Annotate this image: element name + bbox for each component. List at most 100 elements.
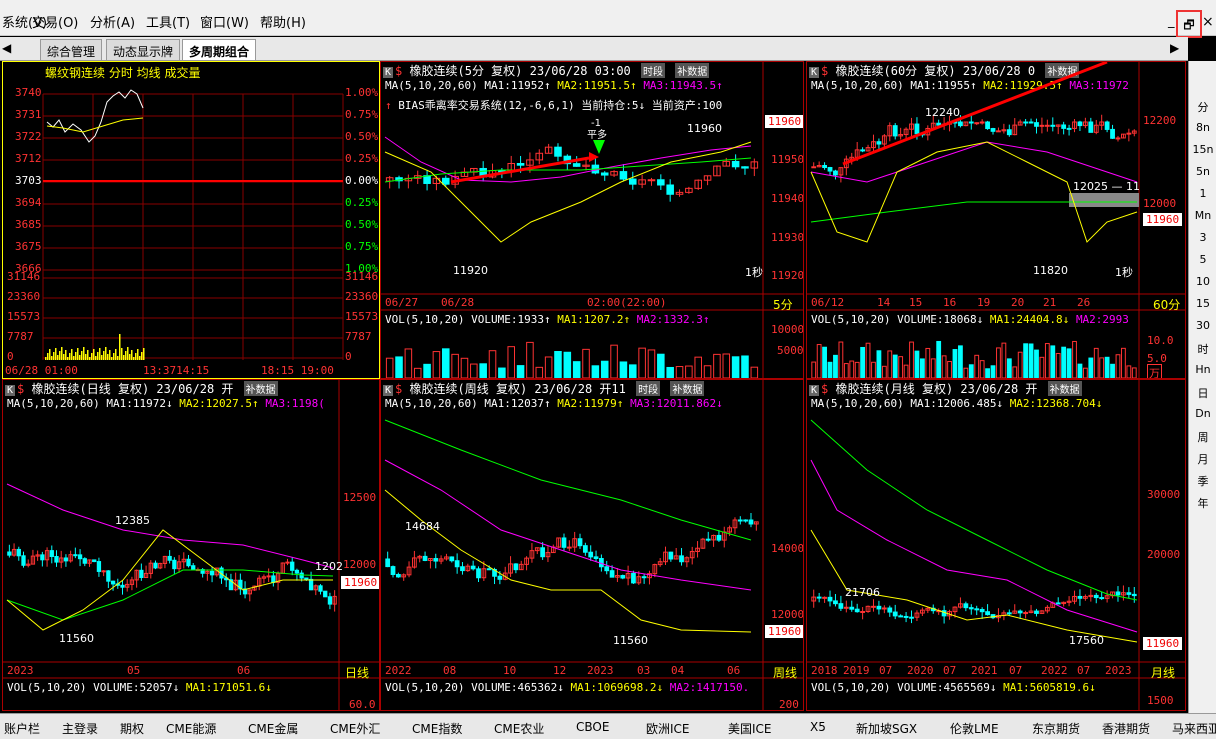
- menu-trade[interactable]: 交易(O): [32, 12, 78, 31]
- volume-bar: [1001, 342, 1007, 378]
- candle: [1006, 612, 1012, 615]
- period-button[interactable]: 年: [1189, 495, 1216, 511]
- period-button[interactable]: 8n: [1189, 121, 1216, 134]
- x-label: 06/27: [385, 296, 419, 309]
- volume-bar: [93, 349, 95, 360]
- period-button[interactable]: 时: [1189, 341, 1216, 357]
- menu-window[interactable]: 窗口(W): [200, 12, 249, 31]
- tab-dynamic-board[interactable]: 动态显示牌: [106, 39, 181, 60]
- volume-bar: [99, 348, 101, 360]
- candle: [631, 572, 636, 584]
- vol-line: VOL(5,10,20) VOLUME:4565569↓ MA1:5605819…: [811, 681, 1096, 694]
- volume-bar: [107, 354, 109, 360]
- period-button[interactable]: 日: [1189, 385, 1216, 401]
- market-tab[interactable]: 账户栏: [4, 720, 40, 737]
- tab-scroll-left-icon[interactable]: ◀: [2, 41, 11, 55]
- market-tab[interactable]: 美国ICE: [728, 720, 772, 737]
- period-button[interactable]: 5: [1189, 253, 1216, 266]
- market-tab[interactable]: X5: [810, 720, 826, 734]
- chart-monthly-panel[interactable]: K $ 橡胶连续(月线 复权) 23/06/28 开 补数据 MA(5,10,20…: [806, 379, 1186, 711]
- candle: [54, 555, 59, 563]
- period-button[interactable]: 月: [1189, 451, 1216, 467]
- tab-scroll-right-icon[interactable]: ▶: [1170, 41, 1179, 55]
- volume-bar: [129, 354, 131, 360]
- volume-bar: [117, 356, 119, 360]
- market-tab[interactable]: 马来西亚: [1172, 720, 1216, 737]
- y-tick: 12000: [771, 608, 804, 621]
- period-button[interactable]: 15n: [1189, 143, 1216, 156]
- menu-tools[interactable]: 工具(T): [146, 12, 190, 31]
- period-button[interactable]: 分: [1189, 99, 1216, 115]
- candle: [1034, 610, 1039, 614]
- period-button[interactable]: 周: [1189, 429, 1216, 445]
- market-tab[interactable]: 香港期货: [1102, 720, 1150, 737]
- price-tick: 3694: [15, 196, 42, 209]
- period-button[interactable]: 1: [1189, 187, 1216, 200]
- market-tab[interactable]: CME农业: [494, 720, 544, 737]
- volume-bar: [675, 366, 684, 378]
- minimize-button[interactable]: _: [1168, 14, 1175, 29]
- close-button[interactable]: ×: [1202, 14, 1214, 30]
- volume-bar: [1023, 343, 1029, 378]
- tab-overview[interactable]: 综合管理: [40, 39, 103, 60]
- tab-multi-period[interactable]: 多周期组合: [182, 39, 257, 60]
- period-button[interactable]: 30: [1189, 319, 1216, 332]
- candle: [822, 596, 827, 599]
- period-button[interactable]: 5n: [1189, 165, 1216, 178]
- market-tab[interactable]: 期权: [120, 720, 144, 737]
- menu-analysis[interactable]: 分析(A): [90, 12, 135, 31]
- chart-60min-panel[interactable]: K $ 橡胶连续(60分 复权) 23/06/28 0 补数据 MA(5,10,2…: [806, 61, 1186, 379]
- volume-bar: [1017, 351, 1023, 378]
- candle: [903, 615, 909, 618]
- volume-bar: [404, 348, 413, 378]
- chart-5min-panel[interactable]: K $ 橡胶连续(5分 复权) 23/06/28 03:00 时段 补数据 MA(…: [380, 61, 804, 379]
- intraday-panel[interactable]: 螺纹钢连续 分时 均线 成交量 3740 3731 3722 3712 3703 3694…: [2, 61, 380, 379]
- candle: [593, 556, 599, 560]
- candle: [1088, 121, 1094, 133]
- volume-bar: [685, 365, 693, 378]
- volume-bar: [947, 361, 952, 378]
- x-label: 2022: [385, 664, 412, 677]
- market-tab[interactable]: 东京期货: [1032, 720, 1080, 737]
- market-tab[interactable]: 欧洲ICE: [646, 720, 690, 737]
- menu-help[interactable]: 帮助(H): [260, 12, 306, 31]
- candle: [1034, 122, 1039, 127]
- market-tab[interactable]: 伦敦LME: [950, 720, 999, 737]
- volume-bar: [610, 344, 618, 378]
- volume-bar: [87, 350, 89, 360]
- volume-bar: [59, 351, 61, 360]
- market-tab[interactable]: 主登录: [62, 720, 98, 737]
- volume-tick: 15573: [7, 310, 41, 323]
- chart-weekly-panel[interactable]: K $ 橡胶连续(周线 复权) 23/06/28 开11 时段 补数据 MA(5,…: [380, 379, 804, 711]
- candle: [582, 545, 588, 553]
- y-tick: 11920: [771, 269, 804, 282]
- volume-tick: 7787: [345, 330, 372, 343]
- period-button[interactable]: Mn: [1189, 209, 1216, 222]
- period-button[interactable]: 10: [1189, 275, 1216, 288]
- market-tab[interactable]: 新加坡SGX: [856, 720, 917, 737]
- period-button[interactable]: Dn: [1189, 407, 1216, 420]
- volume-bar: [65, 350, 67, 360]
- period-button[interactable]: 15: [1189, 297, 1216, 310]
- candle: [299, 572, 304, 579]
- volume-bar: [903, 364, 909, 378]
- market-tab[interactable]: CBOE: [576, 720, 609, 734]
- candle: [1055, 602, 1061, 605]
- market-tab[interactable]: CME指数: [412, 720, 462, 737]
- candle: [1126, 592, 1132, 595]
- restore-button[interactable]: 🗗: [1176, 10, 1202, 38]
- period-button[interactable]: Hn: [1189, 363, 1216, 376]
- x-label: 14: [877, 296, 891, 309]
- market-tab[interactable]: CME外汇: [330, 720, 380, 737]
- candle: [1061, 124, 1067, 129]
- market-tab[interactable]: CME金属: [248, 720, 298, 737]
- volume-bar: [432, 351, 441, 378]
- period-button[interactable]: 3: [1189, 231, 1216, 244]
- candle: [1028, 121, 1034, 124]
- volume-bar: [876, 350, 882, 378]
- volume-tick: 15573: [345, 310, 379, 323]
- candle: [1131, 593, 1137, 597]
- chart-daily-panel[interactable]: K $ 橡胶连续(日线 复权) 23/06/28 开 补数据 MA(5,10,20…: [2, 379, 380, 711]
- market-tab[interactable]: CME能源: [166, 720, 216, 737]
- period-button[interactable]: 季: [1189, 473, 1216, 489]
